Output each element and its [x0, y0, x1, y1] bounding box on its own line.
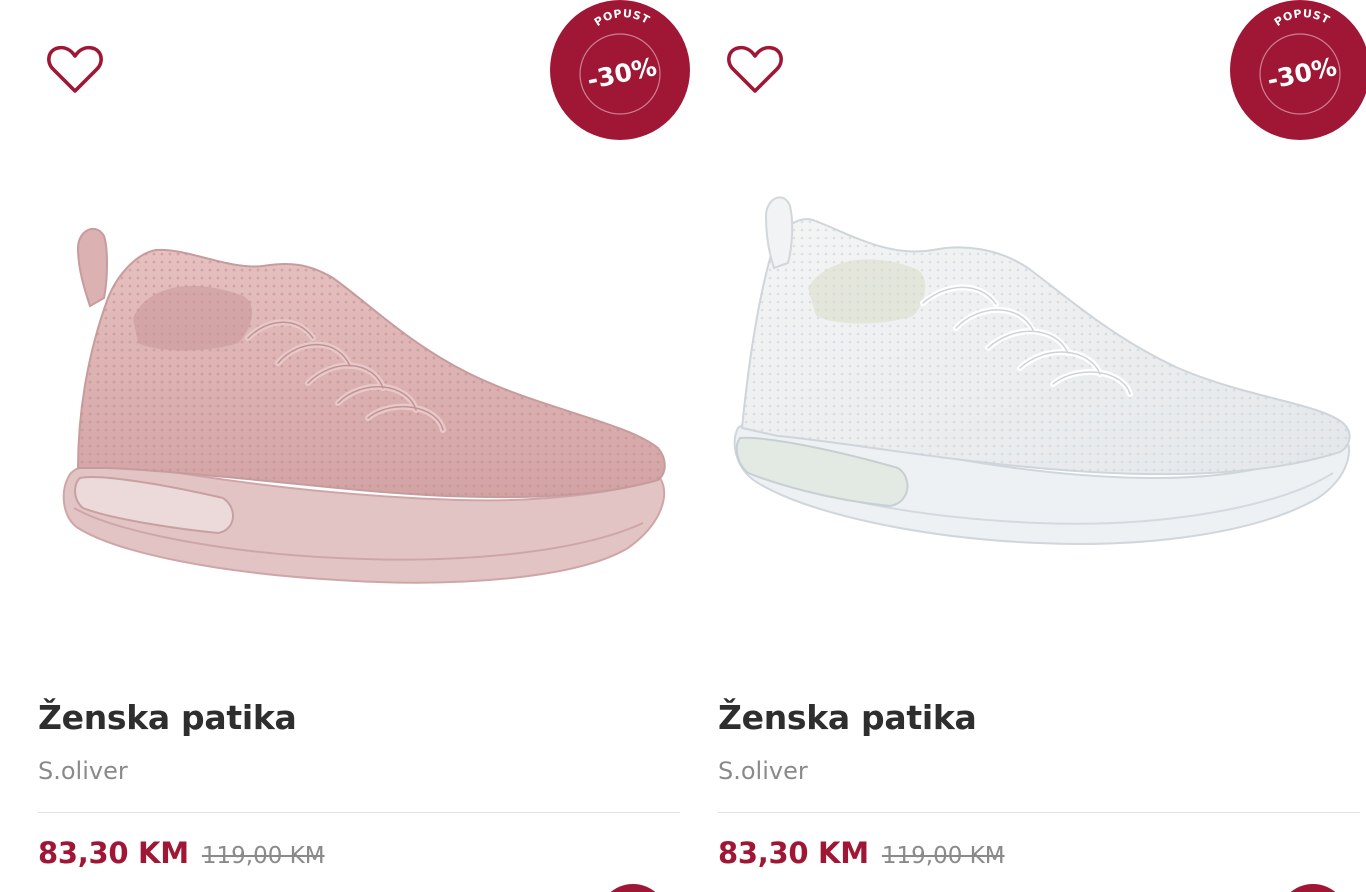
price-row: 83,30 KM 119,00 KM	[718, 836, 1005, 870]
price-current: 83,30 KM	[718, 836, 869, 870]
price-original: 119,00 KM	[201, 843, 325, 869]
favorite-heart-icon[interactable]	[46, 44, 104, 96]
product-brand: S.oliver	[38, 757, 128, 785]
divider	[38, 812, 680, 813]
add-to-cart-button[interactable]	[598, 884, 668, 892]
product-title[interactable]: Ženska patika	[718, 698, 977, 737]
discount-badge: POPUST -30%	[550, 0, 690, 140]
product-card[interactable]: POPUST -30% Ženska patika S.oliver 83,30…	[718, 0, 1366, 892]
favorite-heart-icon[interactable]	[726, 44, 784, 96]
divider	[718, 812, 1360, 813]
product-card[interactable]: POPUST -30% Ženska patika S.oliver 83,30…	[38, 0, 690, 892]
discount-badge: POPUST -30%	[1230, 0, 1366, 140]
add-to-cart-button[interactable]	[1278, 884, 1348, 892]
product-title[interactable]: Ženska patika	[38, 698, 297, 737]
product-brand: S.oliver	[718, 757, 808, 785]
price-current: 83,30 KM	[38, 836, 189, 870]
product-grid: POPUST -30% Ženska patika S.oliver 83,30…	[0, 0, 1366, 892]
product-image[interactable]	[718, 178, 1360, 608]
price-row: 83,30 KM 119,00 KM	[38, 836, 325, 870]
price-original: 119,00 KM	[881, 843, 1005, 869]
product-image[interactable]	[38, 178, 680, 608]
